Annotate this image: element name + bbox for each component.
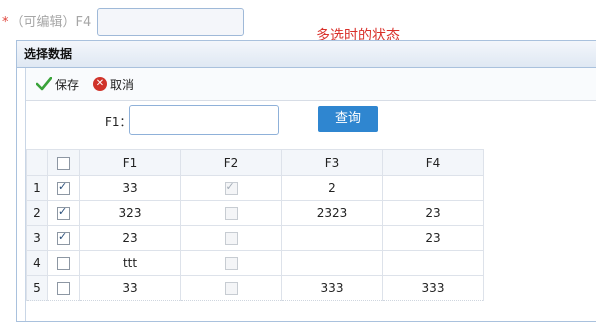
select-data-dialog: 选择数据 保存 ✕ 取消 F1： 查询 F1 F2 F3 F4 1 ✓ 33 ✓… (16, 40, 596, 322)
row-select-checkbox[interactable] (57, 230, 70, 245)
cell-f2 (180, 275, 282, 301)
f2-checkbox (224, 257, 238, 270)
cell-f3 (281, 250, 383, 276)
save-label: 保存 (55, 77, 80, 92)
row-number: 2 (26, 200, 48, 226)
cell-f1: 23 (79, 225, 181, 251)
f2-checkbox (224, 232, 238, 245)
toolbar: 保存 ✕ 取消 (26, 68, 596, 101)
cell-f4: 333 (382, 275, 484, 301)
cell-f4 (382, 175, 484, 201)
cell-f3: 2323 (281, 200, 383, 226)
cell-f1: 33 (79, 175, 181, 201)
cell-f2 (180, 225, 282, 251)
save-button[interactable]: 保存 (36, 75, 79, 93)
select-all-header[interactable] (47, 149, 80, 176)
row-select-checkbox[interactable] (57, 282, 70, 295)
f2-checkbox (224, 180, 238, 195)
cell-f1: 323 (79, 200, 181, 226)
cell-f4: 23 (382, 225, 484, 251)
column-header-f2[interactable]: F2 (180, 149, 282, 176)
row-select-cell[interactable] (47, 225, 80, 251)
table-row[interactable]: 1 33 2 (26, 175, 484, 201)
table-row[interactable]: 3 23 23 (26, 225, 484, 251)
row-select-cell[interactable] (47, 250, 80, 276)
search-row: F1： 查询 (26, 101, 596, 143)
row-number-header (26, 149, 48, 176)
column-header-f4[interactable]: F4 (382, 149, 484, 176)
dialog-title: 选择数据 (17, 41, 596, 68)
row-select-cell[interactable] (47, 275, 80, 301)
cell-f1: ttt (79, 250, 181, 276)
cell-f4: 23 (382, 200, 484, 226)
select-all-checkbox[interactable] (57, 156, 70, 170)
table-row[interactable]: 2 323 2323 23 (26, 200, 484, 226)
required-star: * (2, 15, 9, 30)
checkmark-icon (36, 77, 52, 91)
row-select-checkbox[interactable] (57, 180, 70, 195)
cell-f4 (382, 250, 484, 276)
cell-f1: 33 (79, 275, 181, 301)
cell-f2 (180, 250, 282, 276)
f1-search-input[interactable] (129, 105, 279, 135)
row-number: 5 (26, 275, 48, 301)
cancel-circle-icon: ✕ (93, 77, 107, 91)
dialog-body: 保存 ✕ 取消 F1： 查询 F1 F2 F3 F4 1 ✓ 33 ✓ 2 2 … (25, 68, 596, 321)
grid-header-row: F1 F2 F3 F4 (26, 149, 484, 176)
cancel-button[interactable]: ✕ 取消 (93, 75, 134, 93)
cell-f2 (180, 175, 282, 201)
column-header-f1[interactable]: F1 (79, 149, 181, 176)
cell-f2 (180, 200, 282, 226)
row-number: 4 (26, 250, 48, 276)
cell-f3 (281, 225, 383, 251)
row-number: 3 (26, 225, 48, 251)
query-button[interactable]: 查询 (318, 106, 378, 132)
row-select-cell[interactable] (47, 200, 80, 226)
column-header-f3[interactable]: F3 (281, 149, 383, 176)
f2-checkbox (224, 207, 238, 220)
cell-f3: 2 (281, 175, 383, 201)
required-field-label: * （可编辑）F4 (2, 11, 91, 30)
cancel-label: 取消 (110, 77, 135, 92)
field-label-text: （可编辑）F4 (10, 15, 92, 30)
f4-input[interactable] (97, 8, 244, 36)
search-label: F1： (105, 115, 132, 129)
data-grid: F1 F2 F3 F4 1 33 2 2 323 2323 23 3 23 23… (26, 149, 484, 301)
table-row[interactable]: 4 ttt (26, 250, 484, 276)
table-row[interactable]: 5 33 333 333 (26, 275, 484, 301)
row-select-checkbox[interactable] (57, 257, 70, 270)
row-select-cell[interactable] (47, 175, 80, 201)
f2-checkbox (224, 282, 238, 295)
row-number: 1 (26, 175, 48, 201)
row-select-checkbox[interactable] (57, 205, 70, 220)
cell-f3: 333 (281, 275, 383, 301)
